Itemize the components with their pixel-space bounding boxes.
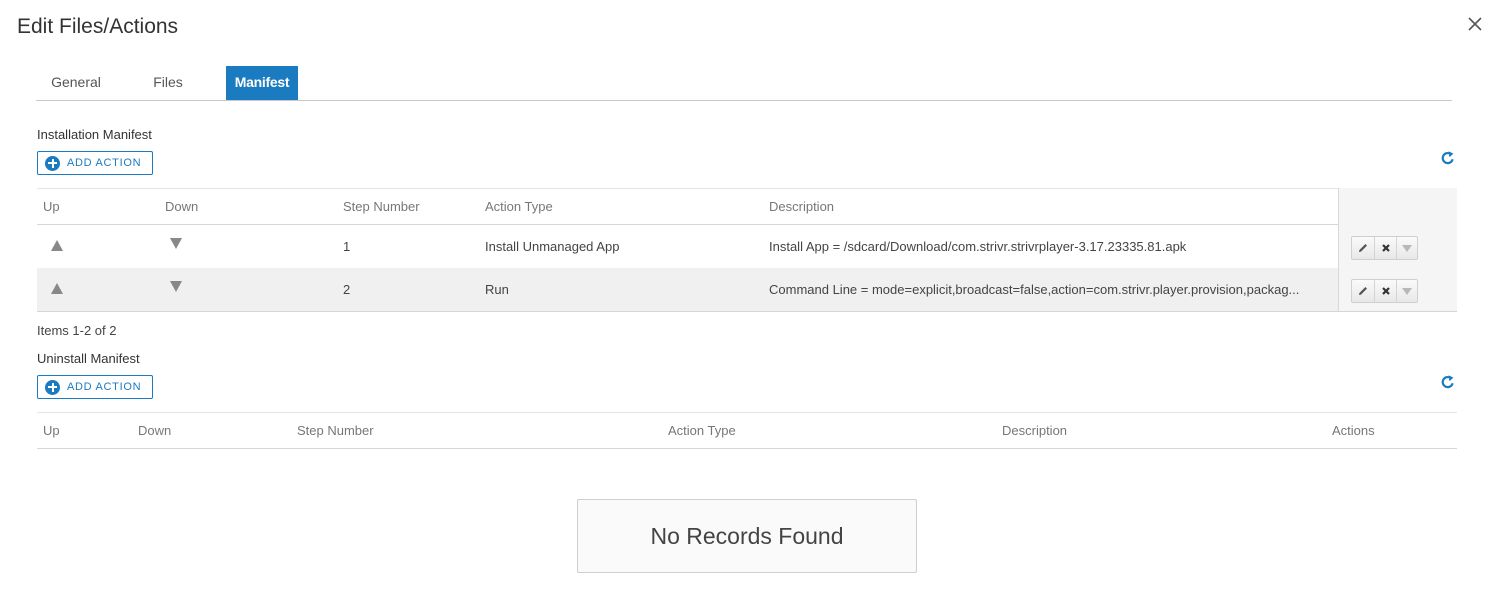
tab-manifest[interactable]: Manifest	[226, 66, 298, 100]
add-action-button-installation[interactable]: ADD ACTION	[37, 151, 153, 175]
refresh-icon[interactable]	[1440, 150, 1456, 166]
action-type-cell: Run	[485, 282, 509, 297]
column-header-actions: Actions	[1332, 423, 1375, 438]
column-header-up[interactable]: Up	[43, 413, 60, 449]
delete-x-icon	[1381, 287, 1390, 295]
description-cell: Command Line = mode=explicit,broadcast=f…	[769, 282, 1300, 297]
row-actions-column	[1338, 188, 1457, 312]
delete-button[interactable]	[1375, 280, 1397, 302]
plus-circle-icon	[45, 155, 60, 171]
tab-general[interactable]: General	[36, 66, 116, 100]
column-header-action-type[interactable]: Action Type	[668, 413, 736, 449]
column-header-description[interactable]: Description	[769, 189, 834, 225]
column-header-step-number[interactable]: Step Number	[297, 413, 374, 449]
plus-circle-icon	[45, 379, 60, 395]
more-actions-dropdown[interactable]	[1397, 280, 1417, 302]
delete-button[interactable]	[1375, 237, 1397, 259]
step-number-cell: 1	[343, 239, 351, 254]
row-action-buttons	[1351, 236, 1418, 260]
arrow-up-icon[interactable]	[51, 240, 63, 251]
delete-x-icon	[1381, 244, 1390, 252]
close-icon[interactable]	[1464, 13, 1486, 35]
dialog-title: Edit Files/Actions	[17, 15, 179, 38]
column-header-down[interactable]: Down	[138, 413, 171, 449]
tab-files[interactable]: Files	[128, 66, 208, 100]
column-header-down[interactable]: Down	[165, 189, 198, 225]
tab-bar: General Files Manifest	[36, 66, 1452, 101]
installation-manifest-grid: Up Down Step Number Action Type Descript…	[37, 188, 1457, 312]
caret-down-icon	[1402, 287, 1412, 295]
refresh-icon[interactable]	[1440, 374, 1456, 390]
column-header-up[interactable]: Up	[43, 189, 60, 225]
column-header-description[interactable]: Description	[1002, 413, 1067, 449]
description-cell: Install App = /sdcard/Download/com.striv…	[769, 239, 1187, 254]
edit-button[interactable]	[1352, 237, 1375, 259]
arrow-down-icon[interactable]	[170, 281, 182, 292]
caret-down-icon	[1402, 244, 1412, 252]
pencil-icon	[1359, 244, 1367, 252]
arrow-down-icon[interactable]	[170, 238, 182, 249]
step-number-cell: 2	[343, 282, 351, 297]
pager-info: Items 1-2 of 2	[37, 323, 117, 338]
uninstall-manifest-label: Uninstall Manifest	[37, 351, 140, 366]
add-action-label: ADD ACTION	[67, 157, 142, 169]
column-header-step-number[interactable]: Step Number	[343, 189, 420, 225]
edit-button[interactable]	[1352, 280, 1375, 302]
uninstall-manifest-grid: Up Down Step Number Action Type Descript…	[37, 412, 1457, 450]
more-actions-dropdown[interactable]	[1397, 237, 1417, 259]
grid-bottom-border	[37, 311, 1457, 312]
pencil-icon	[1359, 287, 1367, 295]
add-action-button-uninstall[interactable]: ADD ACTION	[37, 375, 153, 399]
grid-header: Up Down Step Number Action Type Descript…	[37, 188, 1457, 225]
add-action-label: ADD ACTION	[67, 381, 142, 393]
table-row: 1 Install Unmanaged App Install App = /s…	[37, 225, 1457, 268]
table-row: 2 Run Command Line = mode=explicit,broad…	[37, 268, 1457, 311]
grid-header: Up Down Step Number Action Type Descript…	[37, 412, 1457, 449]
no-records-message: No Records Found	[577, 499, 917, 573]
arrow-up-icon[interactable]	[51, 283, 63, 294]
installation-manifest-label: Installation Manifest	[37, 127, 152, 142]
action-type-cell: Install Unmanaged App	[485, 239, 620, 254]
row-action-buttons	[1351, 279, 1418, 303]
column-header-action-type[interactable]: Action Type	[485, 189, 553, 225]
